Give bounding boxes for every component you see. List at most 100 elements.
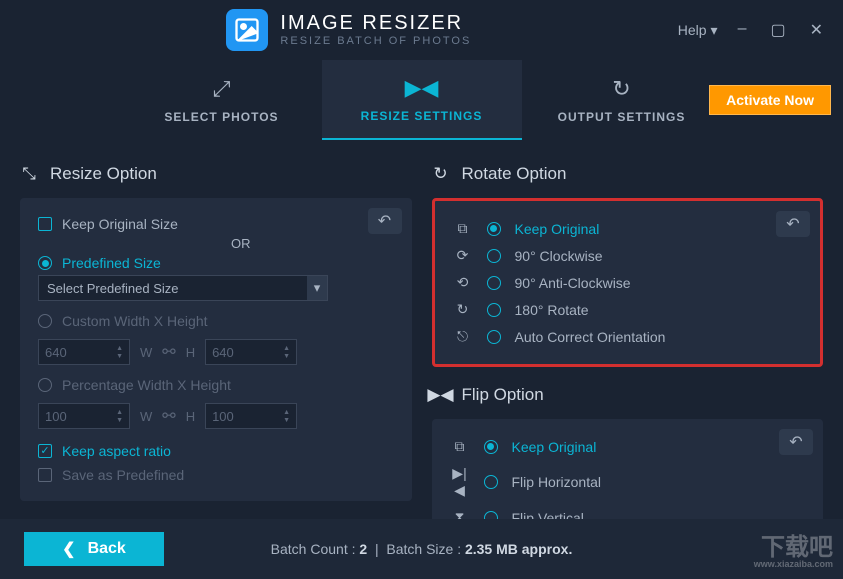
- flip-horizontal-label: Flip Horizontal: [512, 474, 601, 490]
- save-predefined-row[interactable]: Save as Predefined: [38, 463, 394, 487]
- flip-keep-label: Keep Original: [512, 439, 597, 455]
- predefined-size-row[interactable]: Predefined Size: [38, 251, 394, 275]
- or-divider: OR: [88, 236, 394, 251]
- percentage-wh-radio[interactable]: [38, 378, 52, 392]
- tab-resize-settings[interactable]: ▶◀ RESIZE SETTINGS: [322, 60, 522, 140]
- tab-label: OUTPUT SETTINGS: [558, 110, 686, 124]
- rotate-reset-button[interactable]: ↶: [776, 211, 810, 237]
- spinner[interactable]: ▲▼: [116, 345, 123, 360]
- rotate-180-label: 180° Rotate: [515, 302, 589, 318]
- minimize-button[interactable]: –: [738, 20, 747, 40]
- rotate-auto-radio[interactable]: [487, 330, 501, 344]
- spinner[interactable]: ▲▼: [283, 409, 290, 424]
- rotate-90cw-label: 90° Clockwise: [515, 248, 603, 264]
- select-value: Select Predefined Size: [47, 281, 179, 296]
- activate-button[interactable]: Activate Now: [709, 85, 831, 115]
- predefined-label: Predefined Size: [62, 255, 161, 271]
- resize-icon: ▶◀: [405, 75, 439, 101]
- tab-label: RESIZE SETTINGS: [361, 109, 483, 123]
- custom-wh-radio[interactable]: [38, 314, 52, 328]
- custom-height-input[interactable]: 640 ▲▼: [205, 339, 297, 365]
- watermark-text: 下载吧: [761, 534, 833, 561]
- predefined-radio[interactable]: [38, 256, 52, 270]
- flip-horizontal-row[interactable]: ▶|◀ Flip Horizontal: [450, 460, 806, 504]
- h-label: H: [186, 409, 195, 424]
- width-value: 640: [45, 345, 67, 360]
- flip-header-text: Flip Option: [462, 385, 544, 405]
- save-predefined-checkbox[interactable]: [38, 468, 52, 482]
- percentage-wh-row[interactable]: Percentage Width X Height: [38, 373, 394, 397]
- resize-panel: ↶ Keep Original Size OR Predefined Size …: [20, 198, 412, 501]
- custom-wh-label: Custom Width X Height: [62, 313, 208, 329]
- help-menu[interactable]: Help ▾: [678, 22, 718, 39]
- help-label: Help: [678, 22, 707, 38]
- app-title: IMAGE RESIZER: [280, 11, 471, 35]
- rotate-auto-row[interactable]: ⎋ Auto Correct Orientation: [453, 323, 803, 350]
- maximize-button[interactable]: ▢: [770, 20, 785, 40]
- keep-original-checkbox[interactable]: [38, 217, 52, 231]
- titlebar-right: Help ▾ – ▢ ✕: [678, 20, 823, 40]
- rotate-180-row[interactable]: ↻ 180° Rotate: [453, 296, 803, 323]
- flip-horizontal-icon: ▶|◀: [450, 465, 470, 499]
- keep-aspect-row[interactable]: Keep aspect ratio: [38, 439, 394, 463]
- custom-wh-inputs: 640 ▲▼ W ⚯ H 640 ▲▼: [38, 339, 394, 365]
- rotate-panel: ↶ ⧉ Keep Original ⟳ 90° Clockwise ⟲ 90° …: [432, 198, 824, 367]
- titlebar: IMAGE RESIZER RESIZE BATCH OF PHOTOS Hel…: [0, 0, 843, 60]
- flip-keep-original-row[interactable]: ⧉ Keep Original: [450, 433, 806, 460]
- pct-height-input[interactable]: 100 ▲▼: [205, 403, 297, 429]
- custom-wh-row[interactable]: Custom Width X Height: [38, 309, 394, 333]
- back-button[interactable]: ❮ Back: [24, 532, 164, 566]
- rotate-icon: ↻: [432, 165, 450, 183]
- flip-header: ▶◀ Flip Option: [432, 381, 824, 409]
- predefined-size-select[interactable]: Select Predefined Size ▾: [38, 275, 328, 301]
- rotate-90ccw-row[interactable]: ⟲ 90° Anti-Clockwise: [453, 269, 803, 296]
- custom-width-input[interactable]: 640 ▲▼: [38, 339, 130, 365]
- rotate-90ccw-radio[interactable]: [487, 276, 501, 290]
- flip-keep-radio[interactable]: [484, 440, 498, 454]
- chevron-down-icon: ▾: [711, 22, 718, 39]
- height-value: 640: [212, 345, 234, 360]
- w-label: W: [140, 345, 152, 360]
- title-text: IMAGE RESIZER RESIZE BATCH OF PHOTOS: [280, 11, 471, 48]
- expand-arrows-icon: ⤢: [213, 76, 231, 102]
- rotate-keep-label: Keep Original: [515, 221, 600, 237]
- keep-aspect-checkbox[interactable]: [38, 444, 52, 458]
- titlebar-center: IMAGE RESIZER RESIZE BATCH OF PHOTOS: [20, 9, 678, 51]
- rotate-90cw-radio[interactable]: [487, 249, 501, 263]
- resize-column: ⤡ Resize Option ↶ Keep Original Size OR …: [20, 160, 412, 500]
- flip-reset-button[interactable]: ↶: [779, 429, 813, 455]
- pct-width-input[interactable]: 100 ▲▼: [38, 403, 130, 429]
- spinner[interactable]: ▲▼: [116, 409, 123, 424]
- footer: ❮ Back Batch Count : 2 | Batch Size : 2.…: [0, 519, 843, 579]
- dropdown-arrow-icon: ▾: [307, 276, 327, 300]
- pct-height-value: 100: [212, 409, 234, 424]
- watermark: 下载吧 www.xiazaiba.com: [754, 536, 833, 569]
- undo-icon: ↶: [786, 214, 799, 234]
- flip-horizontal-radio[interactable]: [484, 475, 498, 489]
- rotate-90cw-row[interactable]: ⟳ 90° Clockwise: [453, 242, 803, 269]
- keep-original-size-row[interactable]: Keep Original Size: [38, 212, 394, 236]
- refresh-icon: ↻: [612, 76, 630, 102]
- back-label: Back: [88, 540, 126, 558]
- batch-size-label: Batch Size :: [386, 541, 461, 557]
- resize-header-text: Resize Option: [50, 164, 157, 184]
- resize-header: ⤡ Resize Option: [20, 160, 412, 188]
- rotate-keep-original-row[interactable]: ⧉ Keep Original: [453, 215, 803, 242]
- rotate-flip-column: ↻ Rotate Option ↶ ⧉ Keep Original ⟳ 90° …: [432, 160, 824, 500]
- rotate-ccw-icon: ⟲: [453, 274, 473, 291]
- tab-output-settings[interactable]: ↻ OUTPUT SETTINGS: [522, 60, 722, 140]
- spinner[interactable]: ▲▼: [283, 345, 290, 360]
- close-button[interactable]: ✕: [810, 20, 823, 40]
- window-controls: – ▢ ✕: [738, 20, 823, 40]
- chevron-left-icon: ❮: [62, 539, 75, 559]
- batch-count-label: Batch Count :: [271, 541, 356, 557]
- keep-original-label: Keep Original Size: [62, 216, 178, 232]
- resize-reset-button[interactable]: ↶: [368, 208, 402, 234]
- tab-select-photos[interactable]: ⤢ SELECT PHOTOS: [122, 60, 322, 140]
- flip-icon: ▶◀: [432, 386, 450, 404]
- keep-icon: ⧉: [450, 438, 470, 455]
- rotate-180-radio[interactable]: [487, 303, 501, 317]
- rotate-keep-radio[interactable]: [487, 222, 501, 236]
- auto-orient-icon: ⎋: [453, 328, 473, 345]
- app-subtitle: RESIZE BATCH OF PHOTOS: [280, 35, 471, 48]
